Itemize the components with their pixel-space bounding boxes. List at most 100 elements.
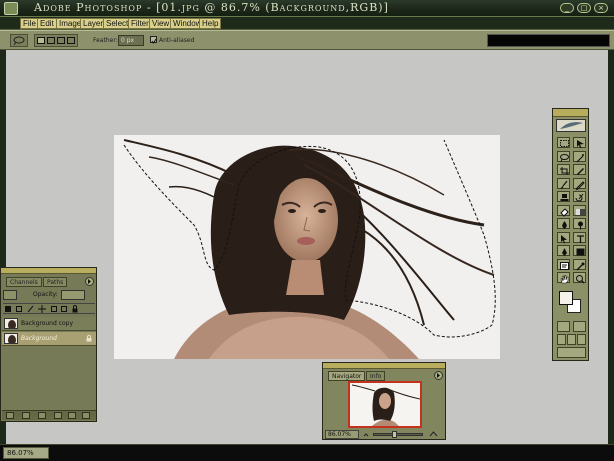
antialiased-checkbox[interactable] xyxy=(150,36,157,44)
new-selection-button[interactable] xyxy=(37,37,45,44)
layer-row[interactable]: Background copy xyxy=(2,317,96,331)
panel-menu-button[interactable] xyxy=(85,277,94,286)
menu-view[interactable]: View xyxy=(149,18,173,29)
screen-mode-full[interactable] xyxy=(577,334,586,345)
stamp-icon xyxy=(560,194,569,201)
eyedropper-tool-button[interactable] xyxy=(573,258,586,270)
adobe-logo[interactable] xyxy=(556,119,586,132)
trash-icon[interactable] xyxy=(82,412,90,419)
feather-label: Feather: xyxy=(93,37,118,44)
panel-title-bar[interactable] xyxy=(1,268,96,274)
dodge-icon xyxy=(578,221,583,230)
menu-select[interactable]: Select xyxy=(103,18,132,29)
layer-name: Background xyxy=(21,335,57,342)
move-tool-button[interactable] xyxy=(573,137,586,148)
selection-mode-group xyxy=(34,34,78,47)
lasso-tool-button[interactable] xyxy=(557,150,570,162)
layers-panel-footer xyxy=(2,410,96,420)
zoom-tool-button[interactable] xyxy=(573,272,586,284)
zoom-slider[interactable] xyxy=(373,431,423,438)
marquee-icon xyxy=(560,140,569,147)
close-button[interactable]: × xyxy=(594,3,608,13)
color-swatches xyxy=(557,289,585,317)
foreground-color-swatch[interactable] xyxy=(559,291,573,305)
move-lock-icon[interactable] xyxy=(38,305,46,313)
eraser-tool-button[interactable] xyxy=(557,204,570,217)
link-lock-icon[interactable] xyxy=(51,306,57,312)
menu-help[interactable]: Help xyxy=(199,18,222,29)
blend-mode-select[interactable] xyxy=(3,290,17,300)
view-box[interactable] xyxy=(348,381,422,428)
lasso-icon xyxy=(13,36,25,46)
toolbox-title-bar[interactable] xyxy=(553,109,588,117)
feather-input[interactable]: 0 px xyxy=(118,35,144,46)
position-lock-icon[interactable] xyxy=(61,306,67,312)
lock-all-icon[interactable] xyxy=(72,305,78,313)
opacity-input[interactable] xyxy=(61,290,85,300)
tab-navigator[interactable]: Navigator xyxy=(328,371,366,381)
photoshop-app-icon[interactable] xyxy=(4,2,18,15)
brush-tool-button[interactable] xyxy=(557,177,570,189)
jump-to-imageready-button[interactable] xyxy=(557,347,586,358)
lock-toolbar xyxy=(3,303,95,314)
zoom-in-icon[interactable] xyxy=(429,431,438,438)
shape-tool-button[interactable] xyxy=(573,245,586,256)
zoom-slider-thumb[interactable] xyxy=(392,431,397,438)
checkmark-icon xyxy=(151,38,157,44)
quickmask-mode-button[interactable] xyxy=(573,321,586,332)
status-zoom[interactable]: 86.07% xyxy=(3,447,49,459)
history-brush-icon xyxy=(575,193,584,202)
screen-mode-standard[interactable] xyxy=(557,334,566,345)
intersect-selection-button[interactable] xyxy=(67,37,75,44)
layer-row-active[interactable]: Background xyxy=(2,332,96,346)
pencil-tool-button[interactable] xyxy=(573,177,586,190)
feather-logo-icon xyxy=(560,122,583,129)
blur-tool-button[interactable] xyxy=(557,218,570,229)
screen-mode-full-menu[interactable] xyxy=(567,334,576,345)
tab-info[interactable]: Info xyxy=(366,371,386,381)
tool-preset-picker[interactable] xyxy=(10,34,28,47)
type-tool-button[interactable] xyxy=(573,231,586,243)
lock-transparency-icon[interactable] xyxy=(5,306,11,312)
palette-well[interactable] xyxy=(487,34,610,47)
crop-tool-button[interactable] xyxy=(557,164,570,175)
gradient-tool-button[interactable] xyxy=(573,204,586,216)
panel-title-bar[interactable] xyxy=(323,363,445,369)
toolbox xyxy=(552,108,589,361)
stamp-tool-button[interactable] xyxy=(557,191,570,202)
menu-edit[interactable]: Edit xyxy=(37,18,57,29)
link-layers-button[interactable] xyxy=(6,412,14,419)
crop-icon xyxy=(560,167,569,175)
document-canvas[interactable] xyxy=(114,135,500,359)
layer-mask-button[interactable] xyxy=(38,412,46,419)
pen-tool-button[interactable] xyxy=(557,245,570,256)
add-selection-button[interactable] xyxy=(47,37,55,44)
tab-channels[interactable]: Channels xyxy=(6,277,42,287)
brush-lock-icon[interactable] xyxy=(27,305,34,313)
layer-style-button[interactable] xyxy=(22,412,30,419)
maximize-button[interactable]: □ xyxy=(577,3,591,13)
hand-icon xyxy=(560,275,569,284)
panel-menu-button[interactable] xyxy=(434,371,443,380)
dodge-tool-button[interactable] xyxy=(573,218,586,230)
new-layer-button[interactable] xyxy=(68,412,76,419)
navigator-zoom-input[interactable]: 86.07% xyxy=(325,430,359,439)
path-select-tool-button[interactable] xyxy=(557,231,570,243)
hand-tool-button[interactable] xyxy=(557,272,570,284)
notes-tool-button[interactable] xyxy=(557,258,570,270)
standard-mode-button[interactable] xyxy=(557,321,570,332)
pen-icon xyxy=(562,248,567,256)
blur-icon xyxy=(562,221,567,229)
tab-paths[interactable]: Paths xyxy=(43,277,68,287)
zoom-out-icon[interactable] xyxy=(363,431,370,438)
eraser-icon xyxy=(560,207,569,217)
history-brush-tool-button[interactable] xyxy=(573,191,586,202)
new-group-button[interactable] xyxy=(54,412,62,419)
subtract-selection-button[interactable] xyxy=(57,37,65,44)
lock-image-icon[interactable] xyxy=(16,306,22,312)
slice-tool-button[interactable] xyxy=(573,164,586,175)
marquee-tool-button[interactable] xyxy=(557,137,570,148)
magic-wand-tool-button[interactable] xyxy=(573,150,586,162)
minimize-button[interactable]: _ xyxy=(560,3,574,13)
shape-icon xyxy=(576,248,585,256)
